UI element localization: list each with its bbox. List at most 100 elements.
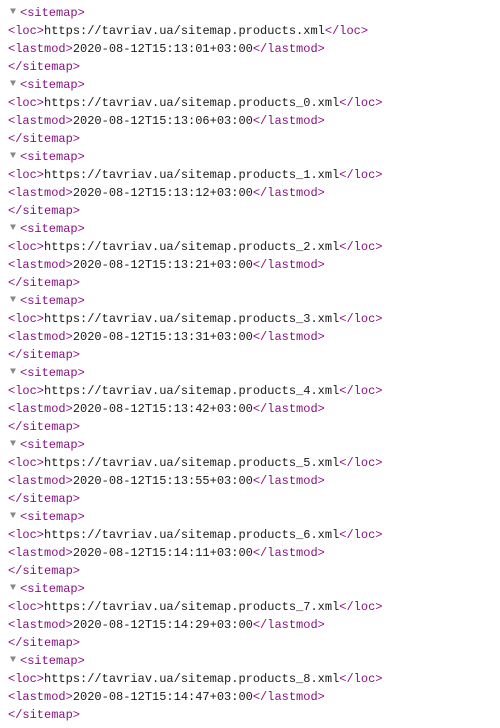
expand-toggle-icon[interactable]: ▼	[10, 293, 20, 308]
loc-line[interactable]: <loc>https://tavriav.ua/sitemap.products…	[8, 670, 492, 688]
loc-close-tag: </loc>	[339, 384, 382, 398]
loc-line[interactable]: <loc>https://tavriav.ua/sitemap.products…	[8, 22, 492, 40]
expand-toggle-icon[interactable]: ▼	[10, 221, 20, 236]
loc-value: https://tavriav.ua/sitemap.products_6.xm…	[44, 528, 339, 542]
sitemap-open-line[interactable]: ▼<sitemap>	[8, 508, 492, 526]
sitemap-open-line[interactable]: ▼<sitemap>	[8, 220, 492, 238]
loc-line[interactable]: <loc>https://tavriav.ua/sitemap.products…	[8, 94, 492, 112]
expand-toggle-icon[interactable]: ▼	[10, 581, 20, 596]
lastmod-open-tag: <lastmod>	[8, 186, 73, 200]
lastmod-open-tag: <lastmod>	[8, 546, 73, 560]
sitemap-close-line[interactable]: </sitemap>	[8, 490, 492, 508]
sitemap-close-line[interactable]: </sitemap>	[8, 706, 492, 724]
lastmod-line[interactable]: <lastmod>2020-08-12T15:14:11+03:00</last…	[8, 544, 492, 562]
lastmod-line[interactable]: <lastmod>2020-08-12T15:14:29+03:00</last…	[8, 616, 492, 634]
loc-value: https://tavriav.ua/sitemap.products_1.xm…	[44, 168, 339, 182]
sitemap-close-tag: </sitemap>	[8, 348, 80, 362]
loc-close-tag: </loc>	[325, 24, 368, 38]
lastmod-close-tag: </lastmod>	[253, 690, 325, 704]
loc-open-tag: <loc>	[8, 96, 44, 110]
sitemap-node: ▼<sitemap><loc>https://tavriav.ua/sitema…	[8, 436, 492, 508]
expand-toggle-icon[interactable]: ▼	[10, 77, 20, 92]
lastmod-close-tag: </lastmod>	[253, 330, 325, 344]
sitemap-open-line[interactable]: ▼<sitemap>	[8, 580, 492, 598]
sitemap-open-line[interactable]: ▼<sitemap>	[8, 4, 492, 22]
lastmod-line[interactable]: <lastmod>2020-08-12T15:13:55+03:00</last…	[8, 472, 492, 490]
sitemap-close-line[interactable]: </sitemap>	[8, 562, 492, 580]
loc-open-tag: <loc>	[8, 600, 44, 614]
loc-open-tag: <loc>	[8, 168, 44, 182]
sitemap-open-line[interactable]: ▼<sitemap>	[8, 652, 492, 670]
expand-toggle-icon[interactable]: ▼	[10, 653, 20, 668]
lastmod-close-tag: </lastmod>	[253, 114, 325, 128]
loc-close-tag: </loc>	[339, 456, 382, 470]
lastmod-line[interactable]: <lastmod>2020-08-12T15:13:01+03:00</last…	[8, 40, 492, 58]
loc-line[interactable]: <loc>https://tavriav.ua/sitemap.products…	[8, 526, 492, 544]
loc-open-tag: <loc>	[8, 528, 44, 542]
lastmod-value: 2020-08-12T15:13:55+03:00	[73, 474, 253, 488]
loc-value: https://tavriav.ua/sitemap.products_5.xm…	[44, 456, 339, 470]
sitemap-node: ▼<sitemap><loc>https://tavriav.ua/sitema…	[8, 508, 492, 580]
loc-value: https://tavriav.ua/sitemap.products_7.xm…	[44, 600, 339, 614]
loc-line[interactable]: <loc>https://tavriav.ua/sitemap.products…	[8, 382, 492, 400]
loc-line[interactable]: <loc>https://tavriav.ua/sitemap.products…	[8, 598, 492, 616]
expand-toggle-icon[interactable]: ▼	[10, 509, 20, 524]
lastmod-open-tag: <lastmod>	[8, 402, 73, 416]
sitemap-open-line[interactable]: ▼<sitemap>	[8, 76, 492, 94]
sitemap-close-line[interactable]: </sitemap>	[8, 58, 492, 76]
loc-line[interactable]: <loc>https://tavriav.ua/sitemap.products…	[8, 310, 492, 328]
lastmod-line[interactable]: <lastmod>2020-08-12T15:13:12+03:00</last…	[8, 184, 492, 202]
lastmod-line[interactable]: <lastmod>2020-08-12T15:13:06+03:00</last…	[8, 112, 492, 130]
lastmod-open-tag: <lastmod>	[8, 330, 73, 344]
loc-close-tag: </loc>	[339, 168, 382, 182]
sitemap-open-tag: <sitemap>	[20, 294, 85, 308]
sitemap-open-line[interactable]: ▼<sitemap>	[8, 148, 492, 166]
lastmod-close-tag: </lastmod>	[253, 402, 325, 416]
loc-close-tag: </loc>	[339, 96, 382, 110]
loc-close-tag: </loc>	[339, 312, 382, 326]
sitemap-close-line[interactable]: </sitemap>	[8, 202, 492, 220]
sitemap-close-line[interactable]: </sitemap>	[8, 346, 492, 364]
loc-value: https://tavriav.ua/sitemap.products_4.xm…	[44, 384, 339, 398]
expand-toggle-icon[interactable]: ▼	[10, 149, 20, 164]
sitemap-close-line[interactable]: </sitemap>	[8, 418, 492, 436]
sitemap-open-line[interactable]: ▼<sitemap>	[8, 436, 492, 454]
loc-close-tag: </loc>	[339, 600, 382, 614]
loc-line[interactable]: <loc>https://tavriav.ua/sitemap.products…	[8, 238, 492, 256]
expand-toggle-icon[interactable]: ▼	[10, 437, 20, 452]
lastmod-open-tag: <lastmod>	[8, 474, 73, 488]
lastmod-open-tag: <lastmod>	[8, 690, 73, 704]
sitemap-close-tag: </sitemap>	[8, 132, 80, 146]
sitemap-node: ▼<sitemap><loc>https://tavriav.ua/sitema…	[8, 292, 492, 364]
loc-open-tag: <loc>	[8, 384, 44, 398]
lastmod-value: 2020-08-12T15:13:01+03:00	[73, 42, 253, 56]
loc-open-tag: <loc>	[8, 24, 44, 38]
sitemap-close-line[interactable]: </sitemap>	[8, 130, 492, 148]
sitemap-open-tag: <sitemap>	[20, 366, 85, 380]
sitemap-open-tag: <sitemap>	[20, 654, 85, 668]
sitemap-close-line[interactable]: </sitemap>	[8, 274, 492, 292]
sitemap-close-tag: </sitemap>	[8, 204, 80, 218]
sitemap-open-line[interactable]: ▼<sitemap>	[8, 292, 492, 310]
expand-toggle-icon[interactable]: ▼	[10, 365, 20, 380]
lastmod-line[interactable]: <lastmod>2020-08-12T15:13:42+03:00</last…	[8, 400, 492, 418]
loc-value: https://tavriav.ua/sitemap.products_3.xm…	[44, 312, 339, 326]
lastmod-line[interactable]: <lastmod>2020-08-12T15:14:47+03:00</last…	[8, 688, 492, 706]
loc-line[interactable]: <loc>https://tavriav.ua/sitemap.products…	[8, 166, 492, 184]
lastmod-line[interactable]: <lastmod>2020-08-12T15:13:21+03:00</last…	[8, 256, 492, 274]
lastmod-line[interactable]: <lastmod>2020-08-12T15:13:31+03:00</last…	[8, 328, 492, 346]
lastmod-open-tag: <lastmod>	[8, 258, 73, 272]
lastmod-value: 2020-08-12T15:13:21+03:00	[73, 258, 253, 272]
sitemap-open-line[interactable]: ▼<sitemap>	[8, 364, 492, 382]
lastmod-close-tag: </lastmod>	[253, 546, 325, 560]
sitemap-node: ▼<sitemap><loc>https://tavriav.ua/sitema…	[8, 652, 492, 724]
sitemap-open-tag: <sitemap>	[20, 222, 85, 236]
sitemap-close-tag: </sitemap>	[8, 564, 80, 578]
lastmod-open-tag: <lastmod>	[8, 42, 73, 56]
sitemap-node: ▼<sitemap><loc>https://tavriav.ua/sitema…	[8, 4, 492, 76]
expand-toggle-icon[interactable]: ▼	[10, 5, 20, 20]
loc-line[interactable]: <loc>https://tavriav.ua/sitemap.products…	[8, 454, 492, 472]
loc-value: https://tavriav.ua/sitemap.products_8.xm…	[44, 672, 339, 686]
sitemap-close-line[interactable]: </sitemap>	[8, 634, 492, 652]
lastmod-value: 2020-08-12T15:14:11+03:00	[73, 546, 253, 560]
